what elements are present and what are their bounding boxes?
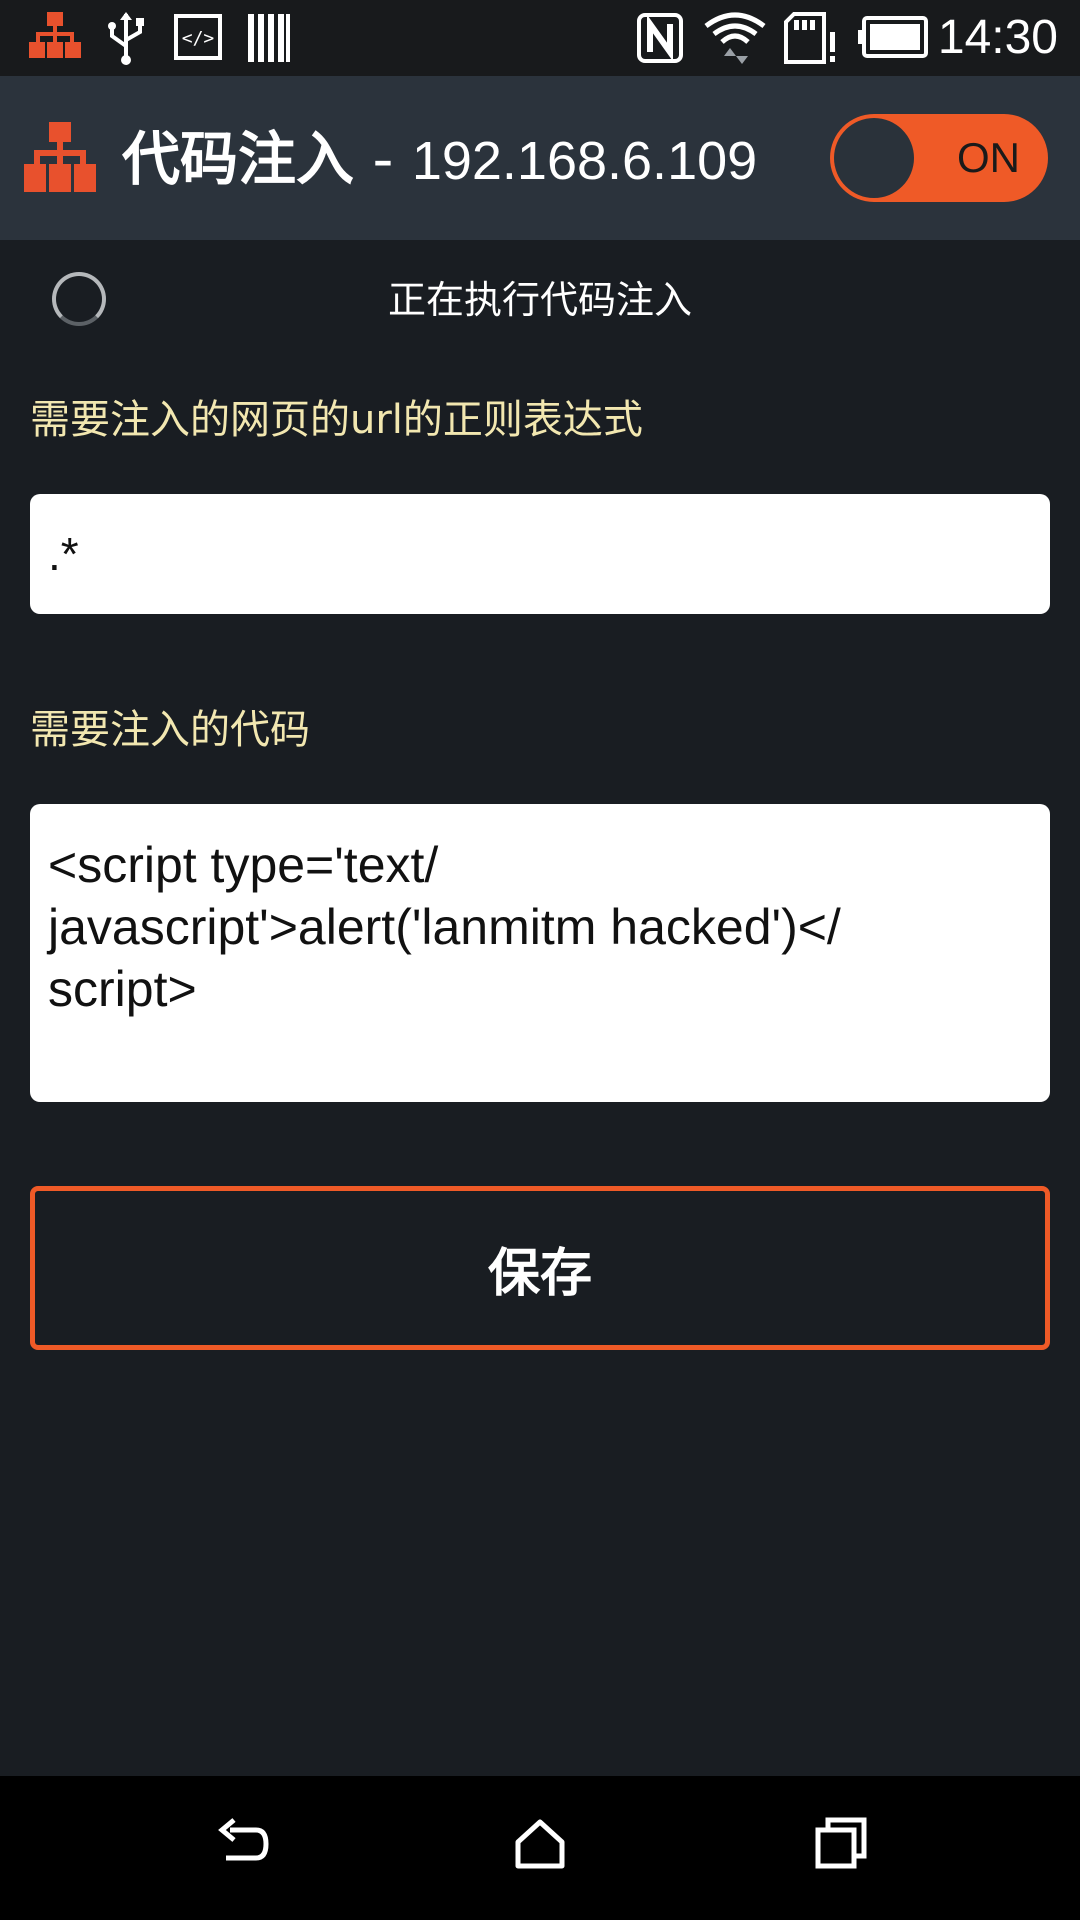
status-time: 14:30: [937, 11, 1058, 64]
toggle-label: ON: [957, 134, 1020, 181]
recents-icon[interactable]: [812, 1816, 868, 1872]
page-title: 代码注入 - 192.168.6.109: [122, 120, 757, 200]
usb-icon: [108, 12, 144, 65]
nfc-icon: [637, 13, 683, 63]
battery-icon: [858, 16, 928, 58]
barcode-icon: [248, 14, 290, 62]
url-regex-input[interactable]: .*: [30, 494, 1050, 614]
wifi-icon: [704, 12, 766, 64]
code-input[interactable]: <script type='text/ javascript'>alert('l…: [30, 804, 1050, 1102]
title-text: 代码注入: [122, 125, 355, 193]
injection-toggle[interactable]: ON: [830, 114, 1048, 202]
status-message: 正在执行代码注入: [387, 278, 692, 322]
target-ip: 192.168.6.109: [411, 131, 758, 191]
status-bar: </> 14:30: [0, 0, 1080, 76]
toggle-knob: [834, 118, 914, 198]
code-label: 需要注入的代码: [30, 707, 310, 753]
sd-card-alert-icon: [784, 12, 835, 64]
action-bar: 代码注入 - 192.168.6.109 ON: [0, 76, 1080, 240]
url-regex-label: 需要注入的网页的url的正则表达式: [30, 397, 643, 443]
code-icon: </>: [174, 14, 222, 60]
network-app-icon: [29, 12, 81, 58]
title-separator: -: [354, 125, 412, 193]
svg-text:</>: </>: [182, 28, 215, 49]
navigation-bar: [0, 1776, 1080, 1920]
back-icon[interactable]: [214, 1816, 270, 1872]
home-icon[interactable]: [512, 1816, 568, 1872]
network-app-icon[interactable]: [24, 122, 96, 194]
save-button[interactable]: 保存: [30, 1186, 1050, 1350]
